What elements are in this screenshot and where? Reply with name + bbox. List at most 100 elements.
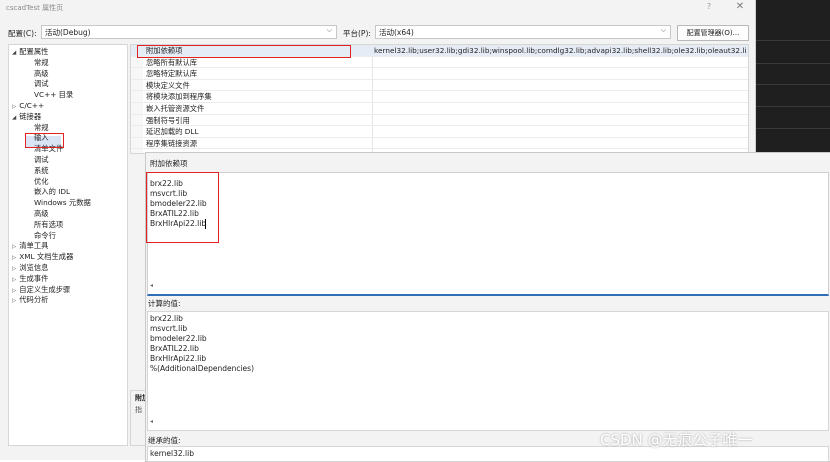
property-row[interactable]: 延迟加载的 DLL bbox=[131, 126, 748, 138]
tree-item-label: 常规 bbox=[34, 57, 49, 67]
window-title: cscadTest 属性页 bbox=[6, 4, 64, 12]
chevron-down-icon: ⌵ bbox=[660, 26, 666, 34]
platform-select[interactable]: 活动(x64) ⌵ bbox=[375, 25, 671, 39]
tree-item[interactable]: ▷ 自定义生成步骤 bbox=[12, 285, 70, 296]
description-text: 指 bbox=[135, 406, 142, 414]
property-row[interactable]: 嵌入托管资源文件 bbox=[131, 103, 748, 115]
configuration-manager-button[interactable]: 配置管理器(O)... bbox=[677, 25, 749, 41]
property-name: 延迟加载的 DLL bbox=[146, 127, 199, 137]
background-window bbox=[755, 0, 830, 155]
horizontal-scrollbar[interactable]: ◂ bbox=[147, 418, 827, 428]
evaluated-line: BrxHlrApi22.lib bbox=[150, 354, 207, 363]
annotation-box bbox=[137, 45, 351, 58]
tree-item[interactable]: 常规 bbox=[34, 123, 49, 133]
tree-item[interactable]: 所有选项 bbox=[34, 220, 63, 230]
property-name: 模块定义文件 bbox=[146, 80, 190, 90]
tree-item[interactable]: 高级 bbox=[34, 209, 49, 219]
tree-item[interactable]: 系统 bbox=[34, 166, 49, 176]
property-row[interactable]: 忽略所有默认库 bbox=[131, 57, 748, 69]
property-row[interactable]: 模块定义文件 bbox=[131, 80, 748, 92]
help-button[interactable]: ? bbox=[703, 2, 715, 13]
config-value: 活动(Debug) bbox=[45, 28, 91, 37]
tree-item-label: 调试 bbox=[34, 155, 49, 164]
property-name: 忽略所有默认库 bbox=[146, 57, 198, 67]
tree-item-label: 系统 bbox=[34, 165, 49, 175]
tree-item[interactable]: 调试 bbox=[34, 155, 49, 165]
tree-item-label: 命令行 bbox=[34, 230, 56, 240]
collapse-arrow-icon[interactable]: ▷ bbox=[12, 266, 16, 272]
tree-item-label: 清单工具 bbox=[19, 241, 49, 251]
property-row[interactable]: 将模块添加到程序集 bbox=[131, 91, 748, 103]
tree-item-label: C/C++ bbox=[19, 101, 45, 110]
tree-item-label: 配置属性 bbox=[19, 47, 49, 56]
tree-item-label: Windows 元数据 bbox=[34, 198, 91, 208]
property-name: 嵌入托管资源文件 bbox=[146, 104, 205, 113]
property-name: 程序集链接资源 bbox=[146, 138, 198, 148]
property-row[interactable]: 强制符号引用 bbox=[131, 115, 748, 127]
tree-item[interactable]: 优化 bbox=[34, 177, 49, 187]
property-name: 忽略特定默认库 bbox=[146, 69, 198, 79]
dependencies-textarea[interactable] bbox=[147, 172, 829, 296]
evaluated-line: brx22.lib bbox=[150, 314, 183, 323]
title-bar bbox=[0, 0, 755, 15]
platform-label: 平台(P): bbox=[343, 29, 371, 38]
tree-item[interactable]: 嵌入的 IDL bbox=[34, 187, 70, 197]
collapse-arrow-icon[interactable]: ▷ bbox=[12, 277, 16, 283]
tree-item[interactable]: ▷ C/C++ bbox=[12, 101, 44, 112]
tree-item[interactable]: ▷ 清单工具 bbox=[12, 241, 48, 252]
config-select[interactable]: 活动(Debug) ⌵ bbox=[41, 25, 337, 39]
tree-item-label: 优化 bbox=[34, 176, 49, 186]
tree-item-label: 浏览信息 bbox=[19, 263, 49, 272]
property-grid: 附加依赖项 kernel32.lib;user32.lib;gdi32.lib;w… bbox=[130, 44, 749, 154]
tree-item[interactable]: 常规 bbox=[34, 58, 49, 68]
evaluated-line: %(AdditionalDependencies) bbox=[150, 364, 255, 373]
tree-item[interactable]: 高级 bbox=[34, 69, 49, 79]
tree-item-label: VC++ 目录 bbox=[34, 90, 74, 100]
evaluated-line: bmodeler22.lib bbox=[150, 334, 207, 343]
chevron-down-icon: ⌵ bbox=[326, 26, 332, 34]
evaluated-line: BrxATIL22.lib bbox=[150, 344, 199, 353]
tree-item-label: 嵌入的 IDL bbox=[34, 187, 71, 197]
tree-item-label: 生成事件 bbox=[19, 273, 49, 283]
tree-item-label: XML 文档生成器 bbox=[19, 252, 74, 262]
tree-item[interactable]: 命令行 bbox=[34, 231, 56, 241]
property-name: 强制符号引用 bbox=[146, 115, 190, 125]
tree-item[interactable]: 调试 bbox=[34, 79, 49, 89]
collapse-arrow-icon[interactable]: ▷ bbox=[12, 244, 16, 250]
tree-item[interactable]: VC++ 目录 bbox=[34, 90, 73, 100]
tree-item-label: 高级 bbox=[34, 68, 49, 78]
scroll-left-icon[interactable]: ◂ bbox=[150, 418, 153, 425]
tree-item-label: 常规 bbox=[34, 122, 49, 132]
expand-arrow-icon[interactable]: ◢ bbox=[12, 50, 16, 56]
tree-item-label: 所有选项 bbox=[34, 219, 64, 229]
platform-value: 活动(x64) bbox=[379, 28, 414, 37]
tree-item[interactable]: Windows 元数据 bbox=[34, 198, 91, 208]
tree-item-label: 链接器 bbox=[19, 111, 42, 121]
tree-item[interactable]: ◢ 链接器 bbox=[12, 112, 41, 123]
evaluated-line: msvcrt.lib bbox=[150, 324, 188, 333]
watermark-text: CSDN @无痕公子唯一 bbox=[600, 431, 753, 449]
evaluated-value-label: 计算的值: bbox=[148, 299, 181, 308]
horizontal-scrollbar[interactable]: ◂ bbox=[147, 282, 827, 292]
tree-item[interactable]: ▷ 生成事件 bbox=[12, 274, 48, 285]
property-row[interactable]: 忽略特定默认库 bbox=[131, 68, 748, 80]
tree-item-label: 高级 bbox=[34, 209, 49, 218]
collapse-arrow-icon[interactable]: ▷ bbox=[12, 288, 16, 294]
dialog-title: 附加依赖项 bbox=[150, 159, 188, 168]
property-value[interactable]: kernel32.lib;user32.lib;gdi32.lib;winspo… bbox=[374, 46, 746, 55]
collapse-arrow-icon[interactable]: ▷ bbox=[12, 104, 16, 110]
collapse-arrow-icon[interactable]: ▷ bbox=[12, 255, 16, 261]
tree-item[interactable]: ▷ 代码分析 bbox=[12, 295, 48, 306]
collapse-arrow-icon[interactable]: ▷ bbox=[12, 298, 16, 304]
expand-arrow-icon[interactable]: ◢ bbox=[12, 115, 16, 121]
tree-item-label: 代码分析 bbox=[19, 295, 49, 305]
tree-item[interactable]: ◢ 配置属性 bbox=[12, 47, 48, 58]
property-row[interactable]: 程序集链接资源 bbox=[131, 138, 748, 150]
close-icon[interactable]: ✕ bbox=[734, 1, 746, 13]
property-name: 将模块添加到程序集 bbox=[146, 92, 212, 102]
tree-item[interactable]: ▷ XML 文档生成器 bbox=[12, 252, 73, 263]
tree-item-label: 自定义生成步骤 bbox=[19, 284, 71, 294]
tree-item[interactable]: ▷ 浏览信息 bbox=[12, 263, 48, 274]
config-label: 配置(C): bbox=[8, 29, 37, 38]
scroll-left-icon[interactable]: ◂ bbox=[150, 282, 153, 289]
